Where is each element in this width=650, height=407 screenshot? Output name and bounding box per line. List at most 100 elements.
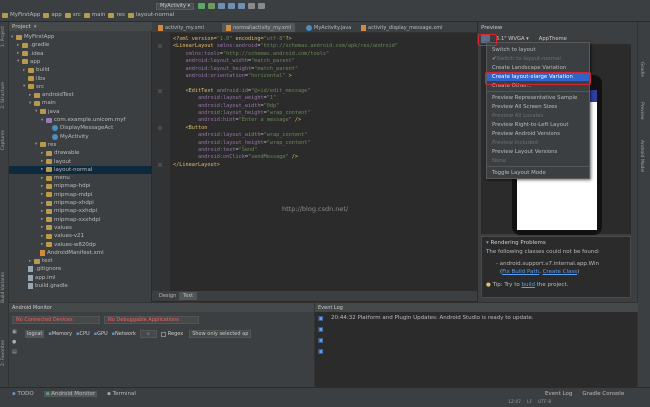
tool-tab-gradle[interactable]: Gradle: [639, 62, 644, 77]
tree-item[interactable]: ▸ mipmap-xxhdpi: [9, 207, 152, 215]
sdk-manager-icon[interactable]: [238, 3, 246, 9]
tree-item[interactable]: ▸ drawable: [9, 149, 152, 157]
app-select[interactable]: No Debuggable Applications: [104, 315, 199, 324]
tool-tab-project[interactable]: 1: Project: [1, 26, 6, 47]
breadcrumb-item[interactable]: app: [43, 12, 62, 18]
fold-marker-icon[interactable]: [158, 88, 162, 93]
mark-read-icon[interactable]: ▣: [318, 337, 324, 344]
run-icon[interactable]: [198, 3, 206, 9]
cursor-position[interactable]: 12:47: [508, 400, 521, 405]
tree-item[interactable]: ▸ menu: [9, 174, 152, 182]
tool-tab-gradle-console[interactable]: Gradle Console: [582, 391, 624, 397]
breadcrumb-item[interactable]: layout-normal: [127, 12, 174, 18]
tree-item[interactable]: ▸ .idea: [9, 50, 152, 58]
tree-item[interactable]: ▾ app: [9, 58, 152, 66]
tree-item[interactable]: libs: [9, 75, 152, 83]
help-icon[interactable]: [258, 3, 266, 9]
device-select[interactable]: No Connected Devices: [12, 315, 100, 324]
file-encoding[interactable]: UTF-8: [538, 400, 551, 405]
line-separator[interactable]: LF: [527, 400, 532, 405]
fold-marker-icon[interactable]: [158, 125, 162, 130]
tool-tab-build-variants[interactable]: Build Variants: [1, 272, 6, 303]
create-class-link[interactable]: Create Class: [543, 269, 578, 275]
tree-item[interactable]: ▾ main: [9, 99, 152, 107]
menu-item[interactable]: Create Landscape Variation: [487, 63, 589, 72]
search-input[interactable]: ⌕: [139, 330, 157, 338]
tree-item[interactable]: ▸ mipmap-mdpi: [9, 191, 152, 199]
tree-item[interactable]: ▸ mipmap-xxxhdpi: [9, 216, 152, 224]
avd-manager-icon[interactable]: [228, 3, 236, 9]
tree-item[interactable]: ▸ layout: [9, 158, 152, 166]
tab-memory[interactable]: ▪Memory: [48, 331, 72, 337]
tab-logcat[interactable]: logcat: [25, 330, 45, 338]
tree-item[interactable]: app.iml: [9, 274, 152, 282]
tree-item[interactable]: ▸ .gradle: [9, 41, 152, 49]
tool-tab-todo[interactable]: ▪ TODO: [12, 391, 34, 397]
scroll-icon[interactable]: ▣: [318, 326, 324, 333]
system-info-icon[interactable]: ▤: [12, 349, 17, 355]
menu-item[interactable]: Preview Representative Sample: [487, 93, 589, 102]
tree-item[interactable]: ▸ mipmap-hdpi: [9, 182, 152, 190]
breadcrumb-item[interactable]: MyFirstApp: [2, 12, 40, 18]
tab-activity-display-message[interactable]: activity_display_message.xml: [357, 23, 446, 32]
run-config-select[interactable]: MyActivity ▾: [156, 2, 195, 10]
tree-item[interactable]: DisplayMessageAct: [9, 124, 152, 132]
settings-icon[interactable]: ▣: [318, 315, 324, 322]
menu-item[interactable]: Switch to layout: [487, 45, 589, 54]
menu-item[interactable]: Preview Android Versions: [487, 129, 589, 138]
tree-item[interactable]: build.gradle: [9, 282, 152, 290]
tree-item[interactable]: AndroidManifest.xml: [9, 249, 152, 257]
breadcrumb-item[interactable]: src: [64, 12, 81, 18]
breadcrumb-item[interactable]: res: [108, 12, 125, 18]
tree-item[interactable]: .gitignore: [9, 265, 152, 273]
tab-myactivity-java[interactable]: MyActivity.java: [302, 23, 355, 32]
filter-select[interactable]: Show only selected ap: [189, 330, 252, 338]
code-editor[interactable]: <?xml version="1.0" encoding="utf-8"?> <L…: [170, 33, 477, 291]
tree-item[interactable]: ▸ values-v21: [9, 232, 152, 240]
record-icon[interactable]: ●: [12, 339, 16, 345]
fold-marker-icon[interactable]: [158, 162, 162, 167]
theme-select[interactable]: AppTheme: [539, 36, 567, 42]
regex-checkbox[interactable]: Regex: [160, 331, 183, 337]
build-link[interactable]: build: [521, 282, 535, 288]
chevron-down-icon[interactable]: ▾: [34, 24, 37, 30]
menu-item[interactable]: Preview Right-to-Left Layout: [487, 120, 589, 129]
menu-item[interactable]: Preview All Screen Sizes: [487, 102, 589, 111]
tab-cpu[interactable]: ▪CPU: [76, 331, 90, 337]
menu-item[interactable]: Preview Layout Versions: [487, 147, 589, 156]
device-select[interactable]: 5.1" WVGA ▾: [496, 36, 529, 42]
tab-network[interactable]: ▪Network: [112, 331, 136, 337]
tree-item[interactable]: ▸ test: [9, 257, 152, 265]
tab-activity-my[interactable]: activity_my.xml: [154, 23, 208, 32]
monitor-icon[interactable]: [248, 3, 256, 9]
clear-icon[interactable]: ▣: [318, 348, 324, 355]
tree-item[interactable]: ▸ androidTest: [9, 91, 152, 99]
tool-tab-android-monitor[interactable]: ▪ Android Monitor: [43, 391, 98, 397]
tab-text[interactable]: Text: [179, 292, 198, 300]
tool-tab-favorites[interactable]: 2: Favorites: [1, 340, 6, 366]
tree-item[interactable]: ▸ mipmap-xhdpi: [9, 199, 152, 207]
tree-item[interactable]: ▾ res: [9, 141, 152, 149]
tool-tab-android-model[interactable]: Android Model: [639, 140, 644, 172]
tree-item[interactable]: ▸ build: [9, 66, 152, 74]
tree-item[interactable]: MyActivity: [9, 133, 152, 141]
tool-tab-terminal[interactable]: ▪ Terminal: [107, 391, 136, 397]
tree-item[interactable]: ▸ values: [9, 224, 152, 232]
project-panel-title[interactable]: Project: [12, 24, 31, 30]
tool-tab-structure[interactable]: 2: Structure: [1, 82, 6, 109]
sync-icon[interactable]: [218, 3, 226, 9]
fold-marker-icon[interactable]: [158, 44, 162, 49]
menu-item[interactable]: Toggle Layout Mode: [487, 168, 589, 177]
tree-item[interactable]: ▾ src: [9, 83, 152, 91]
tree-item[interactable]: ▾ MyFirstApp: [9, 33, 152, 41]
fix-build-path-link[interactable]: Fix Build Path: [502, 269, 539, 275]
tree-item[interactable]: ▾ java: [9, 108, 152, 116]
tool-tab-captures[interactable]: Captures: [1, 130, 6, 150]
tab-design[interactable]: Design: [155, 292, 180, 300]
tree-item[interactable]: ▸ values-w820dp: [9, 241, 152, 249]
tool-tab-preview[interactable]: Preview: [639, 102, 644, 120]
tool-tab-event-log[interactable]: Event Log: [545, 391, 572, 397]
tab-gpu[interactable]: ▪GPU: [94, 331, 108, 337]
breadcrumb-item[interactable]: main: [83, 12, 105, 18]
tab-normal-activity-my[interactable]: normal\activity_my.xml: [222, 23, 296, 32]
